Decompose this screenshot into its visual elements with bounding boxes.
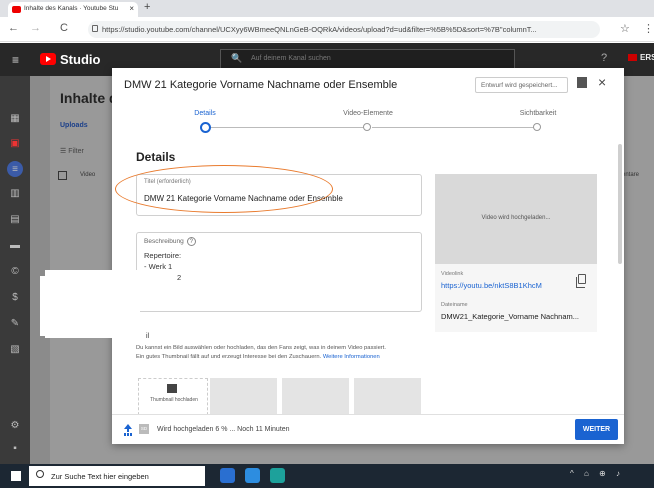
search-icon: 🔍 bbox=[231, 53, 243, 63]
filename-label: Dateiname bbox=[441, 302, 468, 308]
tab-title: Inhalte des Kanals · Youtube Stu bbox=[24, 5, 119, 12]
bookmark-star-icon[interactable]: ☆ bbox=[620, 22, 630, 35]
subtitles-icon[interactable]: ▬ bbox=[8, 240, 22, 252]
tab-uploads[interactable]: Uploads bbox=[60, 122, 88, 129]
windows-start-icon[interactable] bbox=[11, 471, 21, 481]
forward-arrow-icon[interactable]: → bbox=[30, 22, 41, 34]
step-visibility[interactable]: Sichtbarkeit bbox=[493, 110, 583, 117]
column-header-video: Video bbox=[80, 172, 96, 178]
create-button[interactable]: ERS bbox=[628, 53, 654, 62]
upload-dialog: DMW 21 Kategorie Vorname Nachname oder E… bbox=[112, 68, 624, 444]
dialog-footer: SD Wird hochgeladen 6 % ... Noch 11 Minu… bbox=[112, 414, 624, 444]
copy-icon[interactable] bbox=[576, 274, 586, 288]
audio-library-icon[interactable]: ▧ bbox=[8, 344, 22, 356]
system-tray[interactable]: ^ ⌂ ⊕ ♪ bbox=[570, 469, 624, 478]
description-line: - Werk 1 bbox=[144, 262, 173, 271]
extensions-icon[interactable]: ⋮ bbox=[643, 22, 654, 35]
description-line: Repertoire: bbox=[144, 251, 182, 260]
next-button[interactable]: WEITER bbox=[575, 419, 618, 440]
details-heading: Details bbox=[136, 150, 176, 164]
redacted-area bbox=[40, 276, 136, 336]
dialog-scrollbar[interactable] bbox=[618, 144, 622, 264]
comments-icon[interactable]: ▤ bbox=[8, 214, 22, 226]
step-details-dot[interactable] bbox=[200, 122, 211, 133]
dialog-title: DMW 21 Kategorie Vorname Nachname oder E… bbox=[124, 79, 398, 91]
description-line: 2 bbox=[177, 273, 182, 282]
description-field[interactable]: Beschreibung? Repertoire: - Werk 1 2 bbox=[136, 232, 422, 312]
filter-field[interactable]: ☰ Filter bbox=[60, 147, 84, 155]
thumbnail-description: Du kannst ein Bild auswählen oder hochla… bbox=[136, 345, 386, 360]
filename-value: DMW21_Kategorie_Vorname Nachnam... bbox=[441, 312, 579, 321]
step-visibility-dot[interactable] bbox=[533, 123, 541, 131]
taskbar-search-input[interactable]: Zur Suche Text hier eingeben bbox=[29, 466, 205, 486]
image-upload-icon bbox=[167, 384, 177, 393]
customization-icon[interactable]: ✎ bbox=[8, 318, 22, 330]
video-link-label: Videolink bbox=[441, 271, 464, 277]
step-details[interactable]: Details bbox=[160, 110, 250, 117]
feedback-flag-icon[interactable] bbox=[577, 77, 587, 88]
annotation-ellipse bbox=[115, 165, 333, 213]
browser-tab[interactable]: Inhalte des Kanals · Youtube Stu × bbox=[8, 2, 138, 17]
taskbar-app-icon[interactable] bbox=[220, 468, 235, 483]
reload-icon[interactable]: C bbox=[60, 22, 68, 34]
taskbar-app-icon[interactable] bbox=[245, 468, 260, 483]
video-preview-panel: Video wird hochgeladen... Videolink http… bbox=[435, 174, 597, 332]
url-text: https://studio.youtube.com/channel/UCXyy… bbox=[102, 25, 537, 34]
search-placeholder: Auf deinem Kanal suchen bbox=[251, 55, 331, 62]
feedback-icon[interactable]: ▪ bbox=[8, 443, 22, 455]
upload-status: Wird hochgeladen 6 % ... Noch 11 Minuten bbox=[157, 426, 290, 433]
hamburger-menu-icon[interactable]: ≡ bbox=[12, 53, 19, 67]
dashboard-icon[interactable]: ▦ bbox=[8, 113, 22, 125]
page-info-icon[interactable] bbox=[92, 25, 98, 32]
url-field[interactable]: https://studio.youtube.com/channel/UCXyy… bbox=[88, 21, 600, 38]
settings-gear-icon[interactable]: ⚙ bbox=[8, 420, 22, 432]
thumbnail-upload-label: Thumbnail hochladen bbox=[150, 397, 198, 403]
quality-badge: SD bbox=[139, 424, 149, 434]
content-icon[interactable]: ▣ bbox=[8, 138, 22, 150]
filter-icon: ☰ bbox=[60, 148, 69, 155]
description-label: Beschreibung? bbox=[144, 237, 196, 246]
upload-arrow-icon bbox=[124, 424, 132, 434]
youtube-favicon-icon bbox=[12, 6, 21, 13]
browser-tab-bar: Inhalte des Kanals · Youtube Stu × + bbox=[0, 0, 654, 17]
playlists-icon[interactable]: ≡ bbox=[8, 164, 22, 176]
video-link[interactable]: https://youtu.be/nktS8B1KhcM bbox=[441, 281, 542, 290]
search-icon bbox=[36, 470, 44, 478]
copyright-icon[interactable]: © bbox=[8, 266, 22, 278]
taskbar-app-icon[interactable] bbox=[270, 468, 285, 483]
description-help-icon[interactable]: ? bbox=[186, 237, 196, 246]
windows-taskbar: Zur Suche Text hier eingeben ^ ⌂ ⊕ ♪ bbox=[0, 464, 654, 488]
step-video-elements[interactable]: Video-Elemente bbox=[323, 110, 413, 117]
help-icon[interactable]: ? bbox=[601, 52, 607, 64]
stepper-line bbox=[372, 127, 534, 128]
youtube-logo-icon[interactable] bbox=[40, 53, 56, 65]
back-arrow-icon[interactable]: ← bbox=[8, 22, 19, 34]
save-state-badge: Entwurf wird gespeichert... bbox=[475, 77, 568, 93]
preview-message: Video wird hochgeladen... bbox=[481, 215, 551, 221]
channel-search-input[interactable]: 🔍 Auf deinem Kanal suchen bbox=[220, 49, 515, 69]
studio-brand[interactable]: Studio bbox=[60, 52, 100, 67]
tab-close-icon[interactable]: × bbox=[129, 4, 134, 13]
new-tab-button[interactable]: + bbox=[144, 1, 150, 13]
more-info-link[interactable]: Weitere Informationen bbox=[323, 354, 380, 360]
address-bar-row: ← → C https://studio.youtube.com/channel… bbox=[0, 17, 654, 42]
close-icon[interactable]: × bbox=[598, 74, 606, 90]
step-video-elements-dot[interactable] bbox=[363, 123, 371, 131]
stepper-line bbox=[210, 127, 368, 128]
monetization-icon[interactable]: $ bbox=[8, 292, 22, 304]
select-all-checkbox[interactable] bbox=[58, 171, 67, 180]
filter-label: Filter bbox=[68, 148, 84, 155]
taskbar-search-placeholder: Zur Suche Text hier eingeben bbox=[51, 472, 149, 481]
column-header-comments: entare bbox=[622, 172, 640, 178]
analytics-icon[interactable]: ▥ bbox=[8, 188, 22, 200]
